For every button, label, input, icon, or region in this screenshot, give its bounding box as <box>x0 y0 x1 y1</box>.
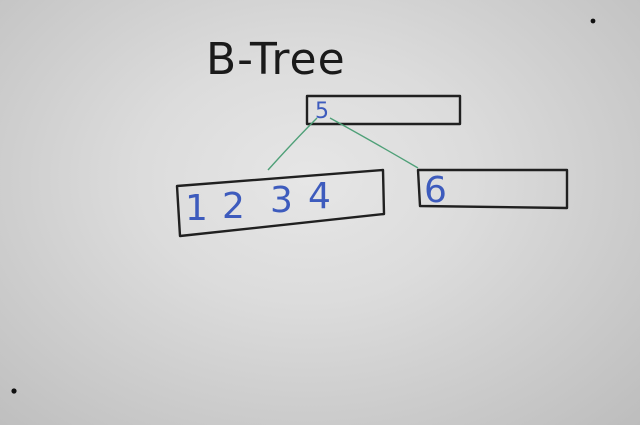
whiteboard-photo: B-Tree 5 1 2 3 4 6 <box>0 0 640 425</box>
board-dot-bottom-left <box>11 388 17 394</box>
board-dot-top-right <box>590 18 596 24</box>
root-node: 5 <box>305 94 462 126</box>
left-node-key-3: 3 <box>270 180 293 221</box>
root-node-key: 5 <box>315 99 329 124</box>
root-node-box <box>305 94 462 126</box>
left-node-key-2: 2 <box>222 186 245 227</box>
edge-root-to-right <box>329 117 419 169</box>
diagram-title: B-Tree <box>206 34 346 85</box>
edge-root-to-left <box>267 117 318 171</box>
right-node-key: 6 <box>424 170 447 211</box>
right-child-node: 6 <box>416 168 569 211</box>
left-node-key-1: 1 <box>185 188 208 229</box>
whiteboard-drawing: B-Tree 5 1 2 3 4 6 <box>11 18 596 394</box>
left-node-key-4: 4 <box>308 176 331 217</box>
left-child-node: 1 2 3 4 <box>175 168 386 238</box>
